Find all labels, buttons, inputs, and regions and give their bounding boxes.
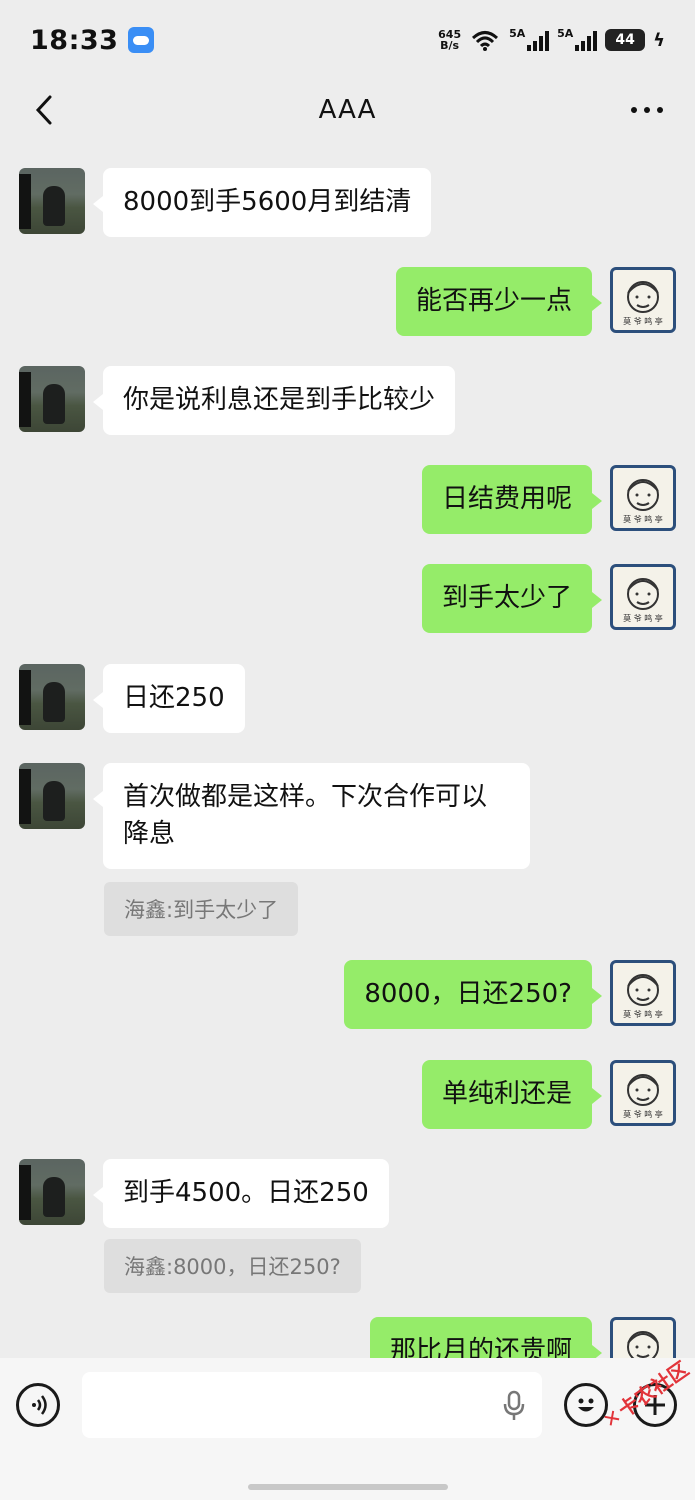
message-bubble-outgoing[interactable]: 能否再少一点 — [395, 267, 603, 336]
message-bubble-incoming[interactable]: 8000到手5600月到结清 — [92, 168, 432, 237]
home-indicator[interactable] — [248, 1484, 448, 1490]
my-avatar[interactable]: 莫 爷 鸣 亭 — [610, 564, 676, 630]
contact-avatar[interactable] — [19, 664, 85, 730]
input-bar — [0, 1358, 695, 1500]
my-avatar[interactable]: 莫 爷 鸣 亭 — [610, 267, 676, 333]
my-avatar[interactable]: 莫 爷 鸣 亭 — [610, 960, 676, 1026]
status-indicators: 645 B/s 5A 5A 44 ϟ — [438, 27, 665, 51]
net-speed-unit: B/s — [440, 39, 460, 52]
avatar-seal-text: 莫 爷 鸣 亭 — [623, 515, 663, 524]
quoted-reply[interactable]: 海鑫:到手太少了 — [104, 882, 299, 936]
message-bubble-incoming[interactable]: 日还250 — [93, 664, 245, 733]
net-speed: 645 B/s — [438, 29, 461, 51]
message-bubble-outgoing[interactable]: 8000，日还250? — [344, 960, 602, 1029]
weather-icon — [128, 27, 155, 53]
message-bubble-outgoing[interactable]: 到手太少了 — [421, 564, 603, 633]
contact-avatar[interactable] — [19, 1159, 85, 1225]
message-bubble-incoming[interactable]: 你是说利息还是到手比较少 — [92, 366, 456, 435]
wifi-icon — [472, 31, 499, 51]
message-bubble-incoming[interactable]: 到手4500。日还250 — [93, 1159, 389, 1228]
my-avatar[interactable]: 莫 爷 鸣 亭 — [610, 1317, 676, 1358]
charging-icon: ϟ — [653, 29, 665, 51]
avatar-seal-text: 莫 爷 鸣 亭 — [623, 317, 663, 326]
contact-avatar[interactable] — [19, 763, 85, 829]
my-avatar[interactable]: 莫 爷 鸣 亭 — [610, 1060, 676, 1126]
mic-icon[interactable] — [502, 1390, 526, 1422]
voice-icon[interactable] — [16, 1383, 60, 1427]
avatar-seal-text: 莫 爷 鸣 亭 — [623, 1110, 663, 1119]
contact-avatar[interactable] — [19, 168, 85, 234]
status-time: 18:33 — [30, 24, 119, 56]
signal-1-icon: 5A — [509, 27, 550, 51]
message-bubble-outgoing[interactable]: 那比月的还贵啊 — [369, 1317, 603, 1358]
message-bubble-outgoing[interactable]: 日结费用呢 — [421, 465, 603, 534]
signal-2-label: 5A — [557, 27, 574, 40]
signal-2-icon: 5A — [557, 27, 598, 51]
chat-title: AAA — [318, 95, 377, 125]
quoted-reply[interactable]: 海鑫:8000，日还250? — [104, 1239, 361, 1293]
battery-icon: 44 — [605, 29, 646, 51]
chat-header: AAA — [0, 80, 695, 140]
status-bar: 18:33 645 B/s 5A 5A 44 ϟ — [0, 0, 695, 80]
back-arrow-icon[interactable] — [30, 94, 62, 126]
message-bubble-outgoing[interactable]: 单纯利还是 — [421, 1060, 603, 1129]
avatar-seal-text: 莫 爷 鸣 亭 — [623, 1010, 663, 1019]
message-list[interactable]: 8000到手5600月到结清 能否再少一点 莫 爷 鸣 亭 你是说利息还是到手比… — [0, 140, 695, 1358]
more-icon[interactable] — [631, 98, 663, 122]
message-input[interactable] — [82, 1372, 542, 1438]
avatar-seal-text: 莫 爷 鸣 亭 — [623, 614, 663, 623]
contact-avatar[interactable] — [19, 366, 85, 432]
message-bubble-incoming[interactable]: 首次做都是这样。下次合作可以降息 — [93, 763, 530, 869]
signal-1-label: 5A — [509, 27, 526, 40]
my-avatar[interactable]: 莫 爷 鸣 亭 — [610, 465, 676, 531]
